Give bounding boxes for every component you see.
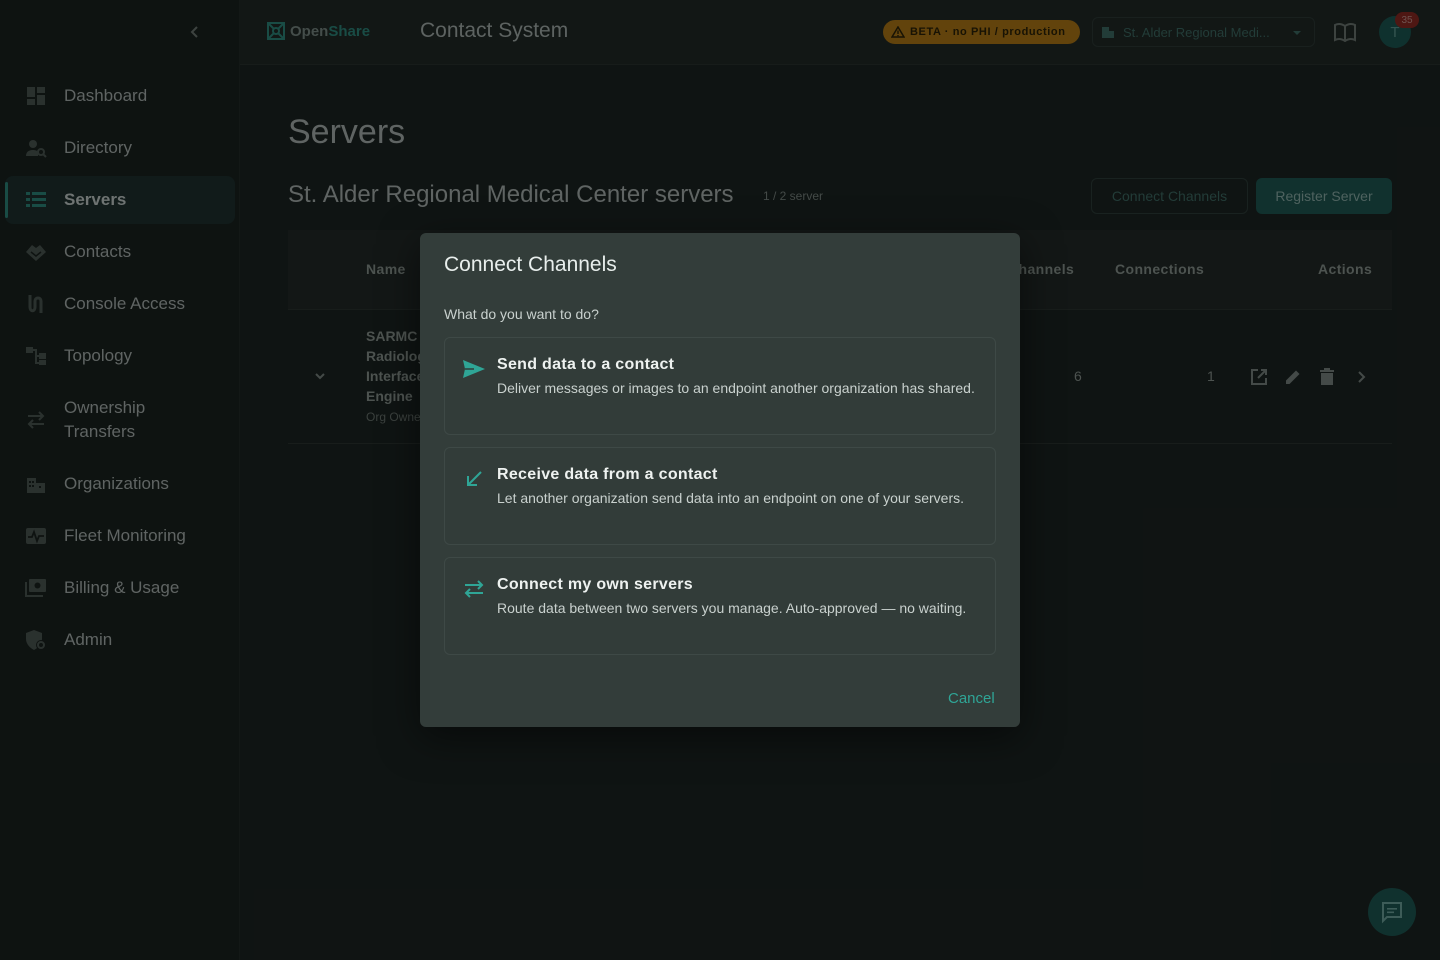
dialog-subtitle: What do you want to do?: [444, 306, 599, 322]
dialog-title: Connect Channels: [444, 253, 617, 276]
option-send-data[interactable]: Send data to a contact Deliver messages …: [444, 337, 996, 435]
option-connect-own-servers[interactable]: Connect my own servers Route data betwee…: [444, 557, 996, 655]
connect-channels-dialog: Connect Channels What do you want to do?…: [420, 233, 1020, 727]
swap-arrows-icon: [461, 576, 487, 602]
option-receive-data[interactable]: Receive data from a contact Let another …: [444, 447, 996, 545]
option-title: Receive data from a contact: [497, 466, 718, 483]
option-title: Connect my own servers: [497, 576, 693, 593]
option-description: Deliver messages or images to an endpoin…: [497, 380, 975, 396]
option-description: Route data between two servers you manag…: [497, 600, 967, 616]
arrow-down-left-icon: [461, 466, 487, 492]
cancel-button[interactable]: Cancel: [948, 690, 995, 707]
option-description: Let another organization send data into …: [497, 490, 964, 506]
send-icon: [461, 356, 487, 382]
option-title: Send data to a contact: [497, 356, 675, 373]
